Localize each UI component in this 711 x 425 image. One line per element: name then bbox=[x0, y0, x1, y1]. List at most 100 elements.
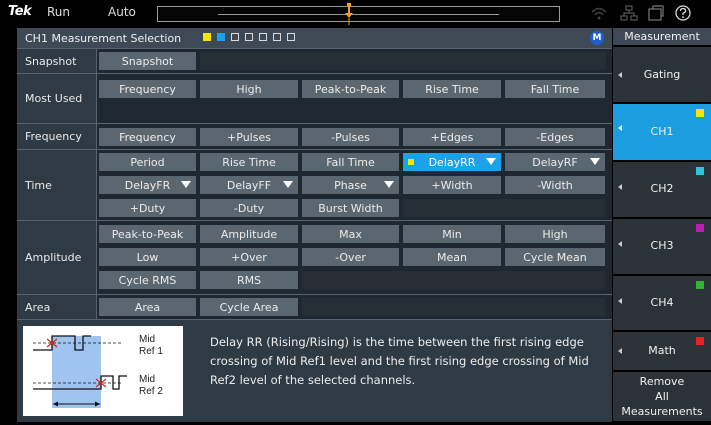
positive-width-button[interactable]: +Width bbox=[403, 176, 501, 194]
high-button[interactable]: High bbox=[505, 225, 605, 243]
window-icon[interactable] bbox=[647, 4, 665, 22]
trigger-mode[interactable]: Auto bbox=[108, 5, 136, 19]
low-button[interactable]: Low bbox=[99, 248, 196, 266]
panel-header: CH1 Measurement Selection M bbox=[17, 28, 612, 48]
most-used-fall-time-button[interactable]: Fall Time bbox=[505, 80, 605, 98]
diagram-label-ref2: Ref 2 bbox=[139, 386, 163, 397]
delay-ff-button[interactable]: DelayFF bbox=[200, 176, 298, 194]
chevron-down-icon[interactable] bbox=[486, 156, 496, 166]
sidebar-item-math[interactable]: Math bbox=[613, 332, 711, 371]
ch3-color-swatch bbox=[696, 224, 704, 232]
brand-logo: Tek bbox=[8, 4, 32, 19]
help-icon[interactable] bbox=[674, 4, 692, 22]
delay-rf-label: DelayRF bbox=[532, 155, 578, 169]
cycle-mean-button[interactable]: Cycle Mean bbox=[505, 248, 605, 266]
chevron-down-icon[interactable] bbox=[181, 179, 191, 189]
sidebar-item-ch3-label: CH3 bbox=[650, 239, 674, 252]
amplitude-button[interactable]: Amplitude bbox=[200, 225, 298, 243]
delay-rf-button[interactable]: DelayRF bbox=[505, 153, 605, 171]
diagram-label-mid2: Mid bbox=[139, 374, 155, 385]
selected-marker-icon bbox=[408, 159, 414, 165]
cycle-area-button[interactable]: Cycle Area bbox=[200, 298, 298, 316]
row-label-area: Area bbox=[17, 295, 97, 319]
selection-square bbox=[203, 33, 211, 41]
row-area: Area Area Cycle Area bbox=[17, 294, 612, 319]
chevron-down-icon[interactable] bbox=[283, 179, 293, 189]
snapshot-button[interactable]: Snapshot bbox=[99, 52, 196, 70]
delay-ff-label: DelayFF bbox=[226, 178, 272, 192]
area-button[interactable]: Area bbox=[99, 298, 196, 316]
delay-rr-label: DelayRR bbox=[428, 155, 476, 169]
delay-rr-button[interactable]: DelayRR bbox=[403, 153, 501, 171]
positive-duty-button[interactable]: +Duty bbox=[99, 199, 196, 217]
row-label-most-used: Most Used bbox=[17, 74, 97, 123]
most-used-peak-to-peak-button[interactable]: Peak-to-Peak bbox=[302, 80, 399, 98]
chevron-down-icon[interactable] bbox=[590, 156, 600, 166]
most-used-rise-time-button[interactable]: Rise Time bbox=[403, 80, 501, 98]
min-button[interactable]: Min bbox=[403, 225, 501, 243]
empty-cell bbox=[403, 199, 605, 217]
top-status-bar: Tek Run Auto bbox=[0, 0, 711, 28]
ch4-color-swatch bbox=[696, 281, 704, 289]
period-button[interactable]: Period bbox=[99, 153, 196, 171]
sidebar-item-ch2[interactable]: CH2 bbox=[613, 162, 711, 218]
sidebar-item-ch1[interactable]: CH1 bbox=[613, 104, 711, 161]
record-view[interactable] bbox=[157, 3, 560, 25]
negative-pulses-button[interactable]: -Pulses bbox=[302, 128, 399, 146]
row-snapshot: Snapshot Snapshot bbox=[17, 48, 612, 73]
empty-cell bbox=[302, 298, 605, 316]
remove-label-line2: All bbox=[655, 390, 669, 403]
empty-cell bbox=[302, 271, 605, 289]
description-text: Delay RR (Rising/Rising) is the time bet… bbox=[210, 335, 589, 387]
wifi-icon[interactable] bbox=[590, 4, 608, 22]
sidebar-item-ch4-label: CH4 bbox=[650, 296, 674, 309]
sidebar-item-gating[interactable]: Gating bbox=[613, 47, 711, 103]
chevron-down-icon[interactable] bbox=[384, 179, 394, 189]
sidebar-item-ch4[interactable]: CH4 bbox=[613, 276, 711, 331]
selection-square bbox=[259, 33, 267, 41]
row-frequency: Frequency Frequency +Pulses -Pulses +Edg… bbox=[17, 123, 612, 149]
positive-overshoot-button[interactable]: +Over bbox=[200, 248, 298, 266]
negative-width-button[interactable]: -Width bbox=[505, 176, 605, 194]
negative-duty-button[interactable]: -Duty bbox=[200, 199, 298, 217]
diagram-label-mid1: Mid bbox=[139, 334, 155, 345]
cycle-rms-button[interactable]: Cycle RMS bbox=[99, 271, 196, 289]
sidebar-header: Measurement bbox=[613, 28, 711, 46]
row-label-frequency: Frequency bbox=[17, 124, 97, 149]
measurement-badge-icon[interactable]: M bbox=[590, 31, 604, 45]
row-amplitude: Amplitude Peak-to-Peak Amplitude Max Min… bbox=[17, 220, 612, 294]
rise-time-button[interactable]: Rise Time bbox=[200, 153, 298, 171]
record-line bbox=[218, 14, 499, 15]
remove-all-measurements-button[interactable]: Remove All Measurements bbox=[613, 372, 711, 422]
selection-squares bbox=[203, 33, 295, 43]
network-icon[interactable] bbox=[620, 4, 638, 22]
row-most-used: Most Used Frequency High Peak-to-Peak Ri… bbox=[17, 73, 612, 123]
most-used-high-button[interactable]: High bbox=[200, 80, 298, 98]
trigger-position-icon[interactable] bbox=[344, 3, 354, 25]
max-button[interactable]: Max bbox=[302, 225, 399, 243]
positive-pulses-button[interactable]: +Pulses bbox=[200, 128, 298, 146]
negative-overshoot-button[interactable]: -Over bbox=[302, 248, 399, 266]
empty-cell bbox=[200, 52, 606, 70]
run-state[interactable]: Run bbox=[47, 5, 70, 19]
remove-label-line1: Remove bbox=[639, 375, 685, 388]
row-label-snapshot: Snapshot bbox=[17, 49, 97, 73]
phase-button[interactable]: Phase bbox=[302, 176, 399, 194]
peak-to-peak-button[interactable]: Peak-to-Peak bbox=[99, 225, 196, 243]
mean-button[interactable]: Mean bbox=[403, 248, 501, 266]
sidebar-item-ch1-label: CH1 bbox=[650, 125, 674, 138]
positive-edges-button[interactable]: +Edges bbox=[403, 128, 501, 146]
burst-width-button[interactable]: Burst Width bbox=[302, 199, 399, 217]
delay-fr-button[interactable]: DelayFR bbox=[99, 176, 196, 194]
row-label-amplitude: Amplitude bbox=[17, 221, 97, 294]
fall-time-button[interactable]: Fall Time bbox=[302, 153, 399, 171]
most-used-frequency-button[interactable]: Frequency bbox=[99, 80, 196, 98]
selection-square bbox=[287, 33, 295, 41]
frequency-button[interactable]: Frequency bbox=[99, 128, 196, 146]
sidebar-header-label: Measurement bbox=[624, 30, 700, 43]
panel-title: CH1 Measurement Selection bbox=[25, 32, 182, 45]
negative-edges-button[interactable]: -Edges bbox=[505, 128, 605, 146]
measurement-sidebar: Measurement Gating CH1 CH2 CH3 CH4 Math … bbox=[613, 28, 711, 422]
sidebar-item-ch3[interactable]: CH3 bbox=[613, 219, 711, 275]
rms-button[interactable]: RMS bbox=[200, 271, 298, 289]
